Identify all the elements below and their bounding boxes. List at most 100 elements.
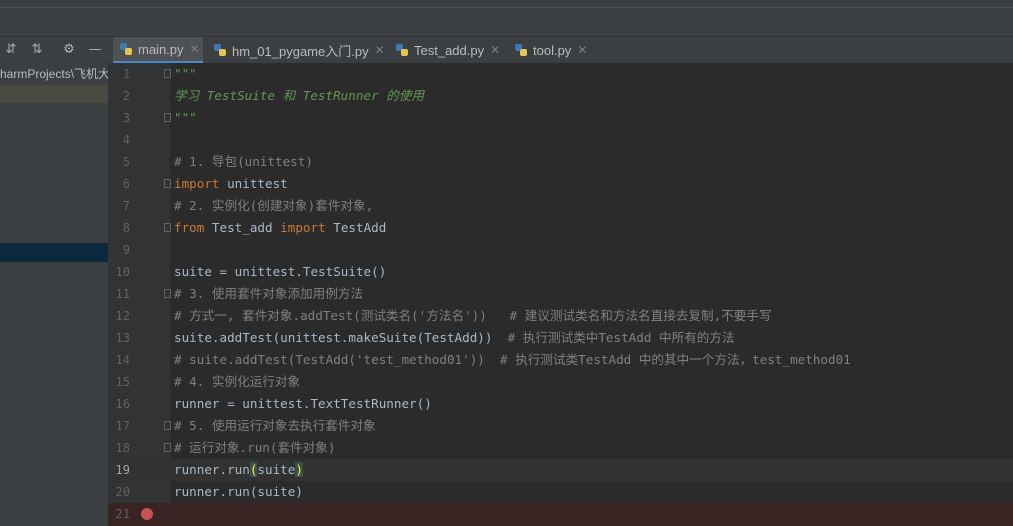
python-file-icon xyxy=(119,42,133,56)
fold-marker-icon[interactable] xyxy=(164,443,171,452)
python-file-icon xyxy=(395,43,409,57)
line-number: 20 xyxy=(115,485,130,499)
code-line[interactable]: 20 runner.run(suite) xyxy=(108,481,1013,503)
code-token: runner.run xyxy=(174,462,250,477)
python-file-icon xyxy=(514,43,528,57)
collapse-all-icon[interactable]: ⇅ xyxy=(28,41,46,59)
code-text: suite.addTest(unittest.makeSuite(TestAdd… xyxy=(174,327,735,349)
line-number: 9 xyxy=(122,243,130,257)
tab-main-py[interactable]: main.py ✕ xyxy=(113,37,203,63)
tab-label: hm_01_pygame入门.py xyxy=(232,43,369,59)
tab-label: main.py xyxy=(138,41,184,57)
code-token: suite.addTest(unittest.makeSuite(TestAdd… xyxy=(174,330,508,345)
fold-marker-icon[interactable] xyxy=(164,179,171,188)
line-number: 19 xyxy=(115,463,130,477)
code-text: # 方式一, 套件对象.addTest(测试类名('方法名')) # 建议测试类… xyxy=(174,308,772,323)
keyword: import xyxy=(174,176,220,191)
code-line[interactable]: 9 xyxy=(108,239,1013,261)
close-icon[interactable]: ✕ xyxy=(577,43,587,57)
code-text: # suite.addTest(TestAdd('test_method01')… xyxy=(174,352,851,367)
code-line[interactable]: 12 # 方式一, 套件对象.addTest(测试类名('方法名')) # 建议… xyxy=(108,305,1013,327)
code-text: # 运行对象.run(套件对象) xyxy=(174,440,336,455)
line-number: 7 xyxy=(122,199,130,213)
code-line[interactable]: 7 # 2. 实例化(创建对象)套件对象, xyxy=(108,195,1013,217)
code-line[interactable]: 10 suite = unittest.TestSuite() xyxy=(108,261,1013,283)
code-line[interactable]: 18 # 运行对象.run(套件对象) xyxy=(108,437,1013,459)
code-text: from Test_add import TestAdd xyxy=(174,217,386,239)
code-text: import unittest xyxy=(174,173,288,195)
close-icon[interactable]: ✕ xyxy=(190,42,200,56)
code-text: # 3. 使用套件对象添加用例方法 xyxy=(174,286,364,301)
code-line-current[interactable]: 19 runner.run(suite) xyxy=(108,459,1013,481)
line-number: 5 xyxy=(122,155,130,169)
code-line[interactable]: 11 # 3. 使用套件对象添加用例方法 xyxy=(108,283,1013,305)
code-line[interactable]: 21 xyxy=(108,503,1013,525)
code-token: suite xyxy=(257,462,296,477)
code-line[interactable]: 5 # 1. 导包(unittest) xyxy=(108,151,1013,173)
line-number: 8 xyxy=(122,221,130,235)
line-number: 13 xyxy=(115,331,130,345)
line-number: 18 xyxy=(115,441,130,455)
code-token: unittest xyxy=(219,176,288,191)
line-number: 14 xyxy=(115,353,130,367)
hide-panel-icon[interactable]: — xyxy=(86,41,104,59)
tab-label: Test_add.py xyxy=(414,42,485,58)
fold-marker-icon[interactable] xyxy=(164,69,171,78)
inline-comment: # 执行测试类中TestAdd 中所有的方法 xyxy=(507,330,735,345)
code-line[interactable]: 1 """ xyxy=(108,63,1013,85)
project-toolbar: ⇵ ⇅ ⚙ — xyxy=(0,37,108,63)
code-text: runner.run(suite) xyxy=(174,459,303,481)
code-line[interactable]: 17 # 5. 使用运行对象去执行套件对象 xyxy=(108,415,1013,437)
line-number: 16 xyxy=(115,397,130,411)
code-line[interactable]: 4 xyxy=(108,129,1013,151)
code-line[interactable]: 2 学习 TestSuite 和 TestRunner 的使用 xyxy=(108,85,1013,107)
title-divider xyxy=(0,7,1013,8)
keyword: from xyxy=(174,220,205,235)
code-text: runner = unittest.TextTestRunner() xyxy=(174,396,432,411)
code-text: """ xyxy=(174,66,197,81)
line-number: 11 xyxy=(115,287,130,301)
gear-icon[interactable]: ⚙ xyxy=(60,41,78,59)
code-text: # 4. 实例化运行对象 xyxy=(174,374,301,389)
keyword: import xyxy=(280,220,326,235)
breakpoint-icon[interactable] xyxy=(141,508,153,520)
tab-label: tool.py xyxy=(533,42,572,58)
code-line[interactable]: 16 runner = unittest.TextTestRunner() xyxy=(108,393,1013,415)
line-number: 12 xyxy=(115,309,130,323)
code-text: # 5. 使用运行对象去执行套件对象 xyxy=(174,418,376,433)
code-text: # 1. 导包(unittest) xyxy=(174,154,313,169)
close-icon[interactable]: ✕ xyxy=(375,43,385,57)
matched-brace: ) xyxy=(295,462,303,477)
code-line[interactable]: 8 from Test_add import TestAdd xyxy=(108,217,1013,239)
expand-all-icon[interactable]: ⇵ xyxy=(2,41,20,59)
project-tree-row[interactable] xyxy=(0,85,108,103)
code-text: """ xyxy=(174,110,197,125)
code-token: Test_add xyxy=(204,220,281,235)
fold-marker-icon[interactable] xyxy=(164,223,171,232)
title-bar xyxy=(0,0,1013,37)
fold-marker-icon[interactable] xyxy=(164,113,171,122)
line-number: 3 xyxy=(122,111,130,125)
code-line[interactable]: 15 # 4. 实例化运行对象 xyxy=(108,371,1013,393)
tab-tool-py[interactable]: tool.py ✕ xyxy=(508,37,594,63)
code-line[interactable]: 3 """ xyxy=(108,107,1013,129)
python-file-icon xyxy=(213,43,227,57)
tab-hm-01-pygame[interactable]: hm_01_pygame入门.py ✕ xyxy=(207,37,385,63)
code-line[interactable]: 14 # suite.addTest(TestAdd('test_method0… xyxy=(108,349,1013,371)
close-icon[interactable]: ✕ xyxy=(490,43,500,57)
line-number: 2 xyxy=(122,89,130,103)
code-text: # 2. 实例化(创建对象)套件对象, xyxy=(174,198,374,213)
project-tree-selected-row[interactable] xyxy=(0,243,108,262)
fold-marker-icon[interactable] xyxy=(164,289,171,298)
code-text: 学习 TestSuite 和 TestRunner 的使用 xyxy=(174,88,424,103)
line-number: 6 xyxy=(122,177,130,191)
line-number: 4 xyxy=(122,133,130,147)
code-line[interactable]: 13 suite.addTest(unittest.makeSuite(Test… xyxy=(108,327,1013,349)
line-number: 17 xyxy=(115,419,130,433)
code-line[interactable]: 6 import unittest xyxy=(108,173,1013,195)
code-token: TestAdd xyxy=(325,220,387,235)
line-number: 1 xyxy=(122,67,130,81)
line-number: 10 xyxy=(115,265,130,279)
tab-test-add[interactable]: Test_add.py ✕ xyxy=(389,37,504,63)
fold-marker-icon[interactable] xyxy=(164,421,171,430)
